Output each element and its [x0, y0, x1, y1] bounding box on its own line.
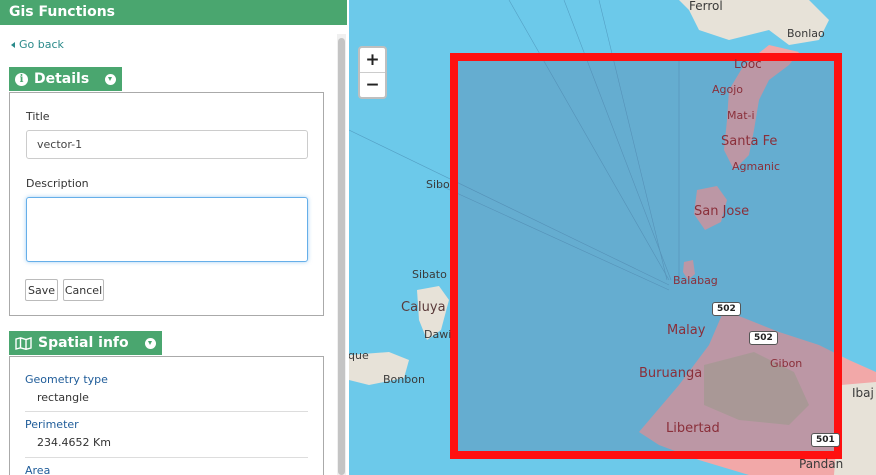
selection-rectangle[interactable] [450, 53, 842, 459]
geometry-type-value: rectangle [37, 391, 89, 404]
details-section-header[interactable]: i Details [9, 67, 123, 91]
road-shield: 502 [749, 331, 778, 345]
map-canvas [349, 0, 876, 475]
details-panel: Title vector-1 Description Save Cancel [9, 92, 324, 316]
divider [25, 457, 308, 458]
area-label: Area [25, 464, 51, 475]
place-label: Ibaj [852, 386, 874, 400]
save-button[interactable]: Save [25, 279, 58, 301]
sidebar: Gis Functions Go back i Details Title ve… [0, 0, 349, 475]
place-label: Caluya [401, 300, 446, 315]
map-view[interactable]: Ferrol Bonlao Looc Agojo Mat-i Santa Fe … [349, 0, 876, 475]
perimeter-label: Perimeter [25, 418, 79, 431]
map-icon [15, 336, 32, 350]
perimeter-value: 234.4652 Km [37, 436, 111, 449]
place-label: Malay [667, 323, 706, 338]
spatial-panel: Geometry type rectangle Perimeter 234.46… [9, 356, 324, 475]
road-shield: 501 [811, 433, 840, 447]
place-label: Santa Fe [721, 134, 778, 149]
go-back-link[interactable]: Go back [11, 38, 64, 51]
description-label: Description [26, 177, 89, 190]
spatial-section-header[interactable]: Spatial info [9, 331, 162, 355]
place-label: que [349, 349, 369, 362]
zoom-control: + − [358, 46, 387, 99]
place-label: Sibato [412, 268, 447, 281]
geometry-type-label: Geometry type [25, 373, 108, 386]
place-label: Sibo [426, 178, 450, 191]
description-textarea[interactable] [26, 197, 308, 262]
place-label: San Jose [694, 204, 750, 219]
chevron-down-icon [105, 73, 117, 85]
place-label: Balabag [673, 274, 718, 287]
road-shield: 502 [712, 302, 741, 316]
place-label: Pandan [799, 457, 844, 471]
place-label: Ferrol [689, 0, 723, 13]
title-label: Title [26, 110, 50, 123]
place-label: Buruanga [639, 366, 703, 381]
caret-left-icon [11, 41, 15, 48]
zoom-in-button[interactable]: + [360, 48, 385, 72]
details-header-label: Details [34, 71, 90, 87]
place-label: Agmanic [732, 160, 781, 173]
place-label: Bonbon [383, 373, 425, 386]
place-label: Bonlao [787, 27, 825, 40]
place-label: Looc [734, 57, 762, 71]
title-input[interactable]: vector-1 [26, 130, 308, 159]
info-icon: i [15, 72, 28, 86]
sidebar-scrollbar-thumb[interactable] [338, 38, 345, 475]
place-label: Agojo [712, 83, 744, 96]
zoom-out-button[interactable]: − [360, 72, 385, 96]
place-label: Mat-i [727, 109, 755, 122]
divider [25, 411, 308, 412]
place-label: Libertad [666, 421, 720, 436]
chevron-down-icon [144, 337, 156, 349]
go-back-label: Go back [19, 38, 64, 51]
place-label: Gibon [770, 357, 803, 370]
app-title-bar: Gis Functions [0, 0, 347, 25]
cancel-button[interactable]: Cancel [63, 279, 104, 301]
app-title: Gis Functions [9, 4, 116, 20]
place-label: Dawi [424, 328, 452, 341]
spatial-header-label: Spatial info [38, 335, 129, 351]
